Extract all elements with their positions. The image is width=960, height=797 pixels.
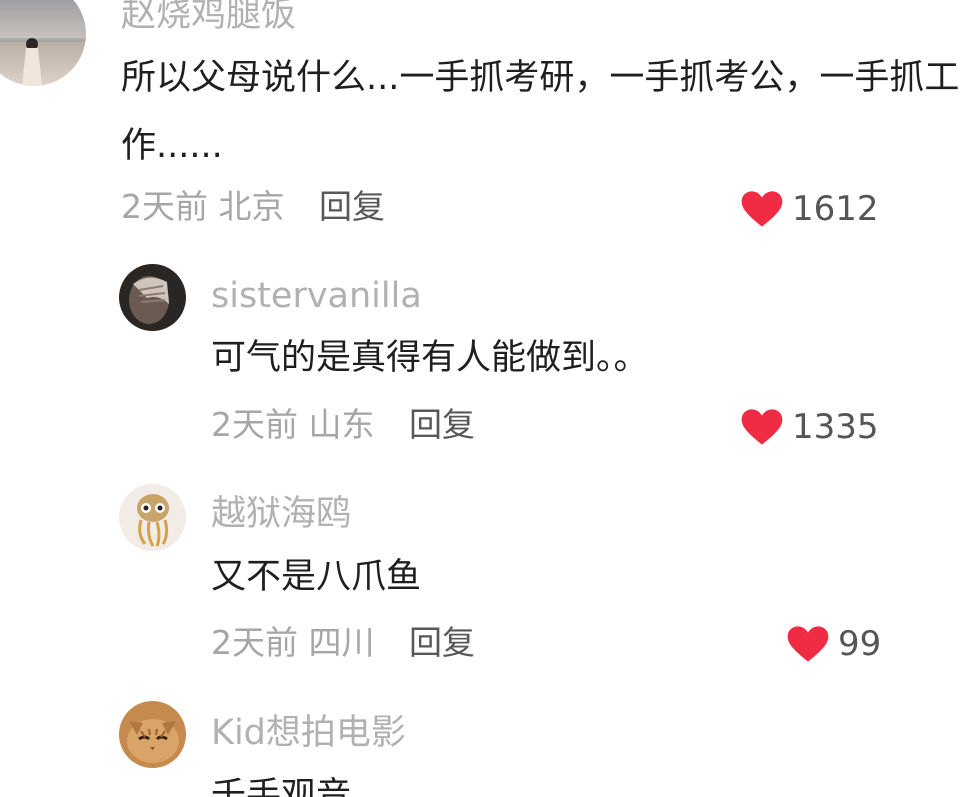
reply-button[interactable]: 回复 [319,187,385,226]
comment-text: 所以父母说什么...一手抓考研，一手抓考公，一手抓工作...... [121,58,960,166]
comment-text: 可气的是真得有人能做到。。 [211,338,649,378]
comment-time: 2天前 [211,405,298,444]
heart-icon [741,409,783,445]
like-count: 99 [838,624,882,664]
comment-location: 四川 [308,623,375,662]
avatar[interactable] [119,484,186,551]
like-button[interactable]: 1612 [740,190,879,228]
heart-icon [741,191,783,227]
like-count: 1335 [792,407,879,447]
comment-time: 2天前 [121,187,208,226]
comment-text: 千手观音 [211,776,352,797]
comment-meta: 2天前 山东 回复 [211,408,475,441]
like-button[interactable]: 1335 [740,408,879,446]
comment-username[interactable]: 越狱海鸥 [211,497,351,532]
avatar[interactable] [119,264,186,331]
avatar[interactable] [119,701,186,768]
reply-button[interactable]: 回复 [409,623,475,662]
comment-thread: 赵烧鸡腿饭 所以父母说什么...一手抓考研，一手抓考公，一手抓工作...... … [0,0,960,797]
comment-text: 又不是八爪鱼 [211,557,422,597]
avatar-photo-hand-face-icon [119,264,186,331]
comment-meta: 2天前 北京 回复 [121,190,385,223]
avatar[interactable] [0,0,86,86]
comment-username[interactable]: sistervanilla [211,279,422,314]
comment-location: 北京 [218,187,285,226]
comment-location: 山东 [308,405,375,444]
like-count: 1612 [792,189,879,229]
like-button[interactable]: 99 [786,625,881,663]
comment-meta: 2天前 四川 回复 [211,626,475,659]
heart-icon [787,626,829,662]
comment-username[interactable]: Kid想拍电影 [211,716,406,751]
comment-time: 2天前 [211,623,298,662]
reply-button[interactable]: 回复 [409,405,475,444]
avatar-photo-cat-icon [119,701,186,768]
avatar-cartoon-octopus-icon [119,484,186,551]
comment-username[interactable]: 赵烧鸡腿饭 [121,0,296,33]
avatar-photo-beach-girl-icon [0,0,86,86]
